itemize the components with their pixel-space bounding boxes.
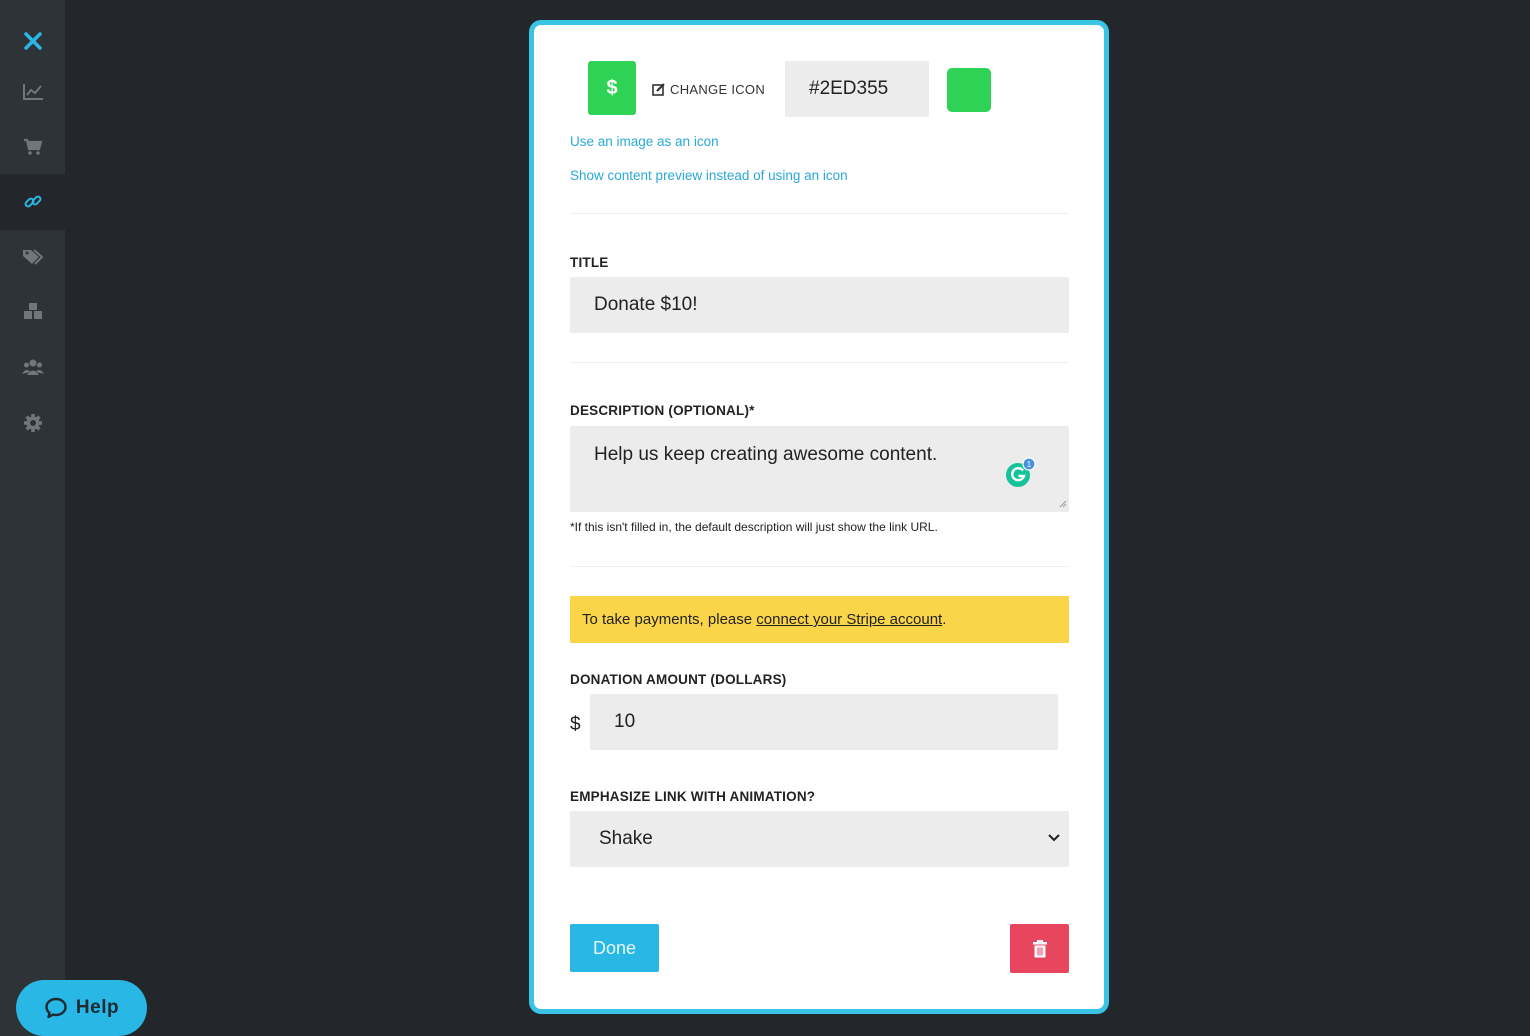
resize-grip-icon[interactable] [1059, 500, 1067, 508]
notice-text: To take payments, please [582, 611, 753, 628]
users-icon [21, 359, 44, 375]
dollar-glyph: $ [606, 76, 618, 99]
sidebar-item-settings[interactable] [0, 395, 65, 451]
chat-bubble-icon [45, 997, 67, 1019]
sidebar-item-links[interactable] [0, 174, 65, 230]
animation-selected-value: Shake [599, 828, 653, 849]
chart-line-icon [22, 84, 43, 100]
stripe-notice: To take payments, please connect your St… [570, 596, 1069, 643]
animation-label: EMPHASIZE LINK WITH ANIMATION? [570, 789, 816, 804]
divider [570, 213, 1069, 214]
cart-icon [23, 138, 42, 155]
change-icon-label: CHANGE ICON [670, 81, 766, 97]
grammarly-icon[interactable]: 1 [1004, 457, 1036, 489]
use-image-icon-link[interactable]: Use an image as an icon [570, 134, 719, 149]
notice-suffix: . [942, 611, 947, 628]
edit-icon [652, 83, 665, 96]
delete-button[interactable] [1010, 924, 1069, 973]
description-hint: *If this isn't filled in, the default de… [570, 520, 938, 534]
color-hex-input[interactable] [785, 61, 929, 117]
chevron-down-icon [1048, 834, 1060, 842]
help-button[interactable]: Help [16, 980, 147, 1036]
currency-symbol: $ [570, 714, 581, 735]
title-label: TITLE [570, 255, 609, 270]
link-editor-panel: $ CHANGE ICON Use an image as an icon Sh… [529, 20, 1109, 1014]
description-textarea[interactable]: Help us keep creating awesome content. [570, 426, 1069, 512]
animation-select[interactable]: Shake [570, 811, 1069, 867]
tags-icon [22, 249, 43, 265]
link-icon-preview[interactable]: $ [588, 61, 636, 115]
divider [570, 362, 1069, 363]
donation-amount-label: DONATION AMOUNT (DOLLARS) [570, 672, 787, 687]
connect-stripe-link[interactable]: connect your Stripe account [756, 611, 942, 628]
change-icon-button[interactable]: CHANGE ICON [652, 79, 765, 99]
sidebar-item-shop[interactable] [0, 119, 65, 175]
description-label: DESCRIPTION (OPTIONAL)* [570, 403, 755, 418]
grammarly-badge: 1 [1027, 460, 1032, 469]
sidebar-item-close[interactable] [0, 13, 65, 69]
sidebar-item-analytics[interactable] [0, 64, 65, 120]
title-input[interactable] [570, 277, 1069, 333]
link-icon [24, 195, 41, 208]
sidebar-item-integrations[interactable] [0, 283, 65, 339]
sidebar-item-team[interactable] [0, 339, 65, 395]
blocks-icon [23, 303, 42, 319]
color-swatch[interactable] [947, 68, 991, 112]
close-icon [23, 32, 42, 50]
content-preview-link[interactable]: Show content preview instead of using an… [570, 168, 848, 183]
sidebar [0, 0, 65, 1036]
trash-icon [1032, 939, 1047, 957]
sidebar-item-tags[interactable] [0, 229, 65, 285]
gear-icon [23, 414, 42, 432]
help-label: Help [75, 997, 120, 1018]
divider [570, 566, 1069, 567]
done-button[interactable]: Done [570, 924, 659, 972]
donation-amount-input[interactable] [590, 694, 1058, 750]
